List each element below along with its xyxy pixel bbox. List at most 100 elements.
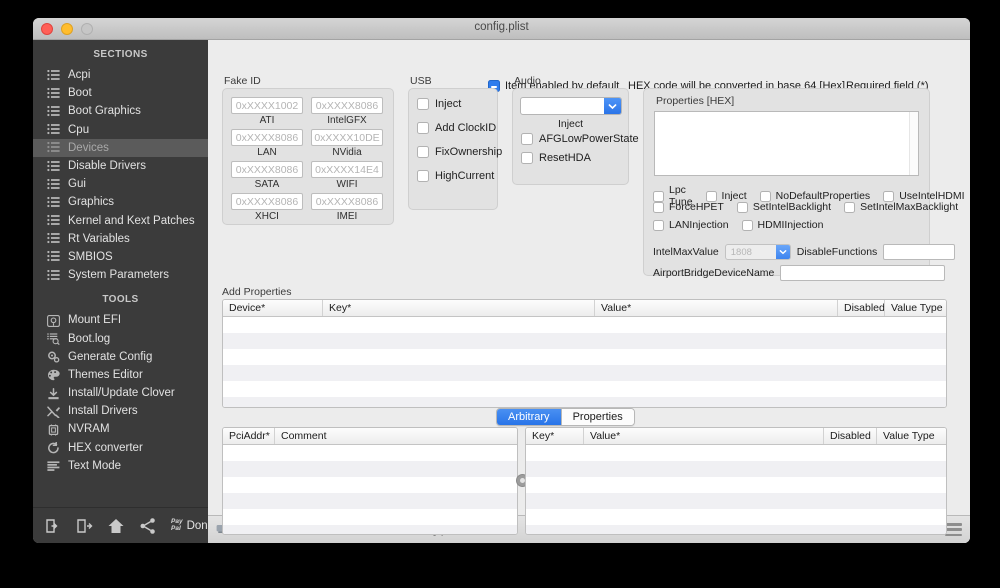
column-header[interactable]: Disabled [824,428,877,444]
checkbox-box[interactable] [741,219,753,231]
usb-checkbox-inject[interactable]: Inject [417,98,497,110]
audio-checkbox-resethda[interactable]: ResetHDA [521,152,639,164]
properties-checkbox-forcehpet[interactable]: ForceHPET [653,201,724,213]
sidebar-item-devices[interactable]: Devices [33,138,208,157]
checkbox-box[interactable] [759,190,771,202]
fake-id-input-ati[interactable]: 0xXXXX1002 [231,97,303,114]
column-header[interactable]: PciAddr* [223,428,275,444]
checkbox-box[interactable] [521,152,533,164]
fake-id-input-nvidia[interactable]: 0xXXXX10DE [311,129,383,146]
table-row[interactable] [223,525,517,534]
sidebar-tool-text-mode[interactable]: Text Mode [33,457,208,475]
audio-checkbox-afglowpowerstate[interactable]: AFGLowPowerState [521,133,639,145]
checkbox-box[interactable] [883,190,895,202]
custom-properties-body[interactable] [526,445,946,534]
share-icon[interactable] [139,517,157,535]
column-header[interactable]: Device* [223,300,323,316]
table-row[interactable] [526,461,946,477]
table-row[interactable] [223,365,946,381]
sidebar-item-boot[interactable]: Boot [33,84,208,102]
tab-arbitrary[interactable]: Arbitrary [497,409,562,425]
sidebar-item-disable-drivers[interactable]: Disable Drivers [33,157,208,175]
checkbox-box[interactable] [417,122,429,134]
disable-functions-input[interactable] [883,244,956,260]
intel-max-value-combobox[interactable]: 1808 [724,244,791,260]
column-header[interactable]: Value Type [877,428,946,444]
fake-id-input-intelgfx[interactable]: 0xXXXX8086 [311,97,383,114]
properties-checkbox-setintelbacklight[interactable]: SetIntelBacklight [736,201,831,213]
home-icon[interactable] [107,517,125,535]
sidebar-tool-install-drivers[interactable]: Install Drivers [33,402,208,420]
column-header[interactable]: Disabled [838,300,885,316]
sidebar-item-kernel-and-kext-patches[interactable]: Kernel and Kext Patches [33,212,208,230]
sidebar-tool-install-update-clover[interactable]: Install/Update Clover [33,384,208,402]
table-row[interactable] [223,477,517,493]
sidebar-item-acpi[interactable]: Acpi [33,66,208,84]
column-header[interactable]: Key* [526,428,584,444]
fake-id-input-sata[interactable]: 0xXXXX8086 [231,161,303,178]
fake-id-input-imei[interactable]: 0xXXXX8086 [311,193,383,210]
column-header[interactable]: Key* [323,300,595,316]
fake-id-input-lan[interactable]: 0xXXXX8086 [231,129,303,146]
table-row[interactable] [526,477,946,493]
sidebar-item-smbios[interactable]: SMBIOS [33,248,208,266]
arbitrary-body[interactable] [223,445,517,534]
tab-properties[interactable]: Properties [561,409,634,425]
sidebar-tool-boot-log[interactable]: Boot.log [33,329,208,347]
import-arrow-icon[interactable] [43,517,61,535]
checkbox-box[interactable] [705,190,717,202]
properties-checkbox-laninjection[interactable]: LANInjection [653,219,729,231]
sidebar-tool-mount-efi[interactable]: Mount EFI [33,311,208,329]
sidebar-item-graphics[interactable]: Graphics [33,193,208,211]
checkbox-box[interactable] [417,98,429,110]
sidebar-item-rt-variables[interactable]: Rt Variables [33,230,208,248]
checkbox-box[interactable] [736,201,748,213]
sidebar-tool-themes-editor[interactable]: Themes Editor [33,366,208,384]
table-row[interactable] [223,317,946,333]
sidebar-tool-hex-converter[interactable]: HEX converter [33,439,208,457]
checkbox-box[interactable] [521,133,533,145]
properties-checkbox-hdmiinjection[interactable]: HDMIInjection [741,219,824,231]
table-row[interactable] [526,445,946,461]
checkbox-box[interactable] [653,201,664,213]
export-arrow-icon[interactable] [75,517,93,535]
sidebar-item-cpu[interactable]: Cpu [33,121,208,139]
chevron-down-icon[interactable] [775,245,790,259]
fake-id-input-wifi[interactable]: 0xXXXX14E4 [311,161,383,178]
column-header[interactable]: Value Type [885,300,946,316]
sidebar-item-system-parameters[interactable]: System Parameters [33,266,208,284]
column-header[interactable]: Comment [275,428,517,444]
sidebar-item-boot-graphics[interactable]: Boot Graphics [33,102,208,120]
checkbox-box[interactable] [844,201,856,213]
table-row[interactable] [223,333,946,349]
properties-hex-scrollbar[interactable] [909,112,918,175]
table-row[interactable] [223,461,517,477]
usb-checkbox-add-clockid[interactable]: Add ClockID [417,122,497,134]
properties-checkbox-setintelmaxbacklight[interactable]: SetIntelMaxBacklight [844,201,958,213]
checkbox-box[interactable] [653,219,664,231]
column-header[interactable]: Value* [584,428,824,444]
usb-checkbox-highcurrent[interactable]: HighCurrent [417,170,497,182]
table-row[interactable] [223,509,517,525]
table-row[interactable] [223,397,946,407]
sidebar-tool-nvram[interactable]: NVRAM [33,420,208,438]
table-row[interactable] [223,349,946,365]
hamburger-icon[interactable] [945,523,962,536]
sidebar-tool-generate-config[interactable]: Generate Config [33,348,208,366]
usb-checkbox-fixownership[interactable]: FixOwnership [417,146,502,158]
checkbox-box[interactable] [417,170,429,182]
audio-inject-combobox[interactable] [520,97,622,115]
properties-hex-textarea[interactable] [654,111,919,176]
table-row[interactable] [223,381,946,397]
checkbox-box[interactable] [653,190,664,202]
table-row[interactable] [526,509,946,525]
table-row[interactable] [223,445,517,461]
checkbox-box[interactable] [417,146,429,158]
table-row[interactable] [526,493,946,509]
table-row[interactable] [223,493,517,509]
column-header[interactable]: Value* [595,300,838,316]
add-properties-body[interactable] [223,317,946,407]
sidebar-item-gui[interactable]: Gui [33,175,208,193]
chevron-down-icon[interactable] [604,98,621,114]
airport-bridge-input[interactable] [780,265,946,281]
